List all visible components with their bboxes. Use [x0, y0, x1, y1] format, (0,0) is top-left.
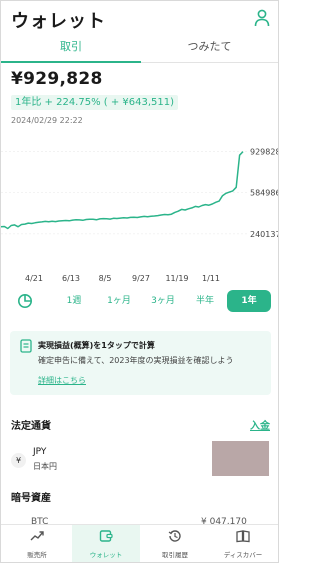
nav-label: 販売所	[27, 551, 47, 559]
jpy-asset-row[interactable]: ¥ JPY 日本円	[1, 441, 278, 481]
book-icon	[236, 530, 250, 543]
history-icon	[168, 530, 181, 542]
nav-item-history[interactable]: 取引履歴	[141, 525, 209, 562]
total-balance: ¥929,828	[11, 69, 103, 89]
nav-label: ウォレット	[89, 551, 123, 559]
nav-item-exchange[interactable]: 販売所	[3, 525, 71, 562]
crypto-section-title: 暗号資産	[11, 493, 51, 504]
x-tick-label: 4/21	[25, 274, 43, 283]
range-1-week[interactable]: 1週	[59, 290, 89, 312]
range-3-months[interactable]: 3ヶ月	[145, 290, 181, 312]
bottom-nav: 販売所 ウォレット 取引履歴 ディスカバー	[1, 524, 278, 562]
nav-item-discover[interactable]: ディスカバー	[209, 525, 277, 562]
user-icon[interactable]	[254, 9, 270, 27]
asset-name: 日本円	[33, 462, 57, 471]
series-line	[1, 151, 244, 230]
nav-label: ディスカバー	[223, 551, 263, 559]
tab-tsumitate[interactable]: つみたて	[141, 37, 278, 63]
range-1-month[interactable]: 1ヶ月	[101, 290, 137, 312]
x-tick-label: 9/27	[132, 274, 150, 283]
x-tick-label: 8/5	[99, 274, 112, 283]
tab-bar: 取引 つみたて	[1, 37, 278, 63]
page-title: ウォレット	[11, 11, 106, 32]
wallet-icon	[99, 530, 113, 542]
y-tick-label: 240137	[250, 230, 278, 239]
trend-up-icon	[30, 531, 44, 541]
realized-pnl-banner[interactable]: 実現損益(概算)を1タップで計算 確定申告に備えて、2023年度の実現損益を確認…	[10, 331, 271, 395]
active-tab-indicator	[1, 61, 141, 63]
y-tick-label: 929828	[250, 148, 278, 157]
document-icon	[20, 339, 32, 353]
redacted-balance	[212, 441, 269, 476]
x-tick-label: 6/13	[62, 274, 80, 283]
yen-icon: ¥	[11, 453, 26, 468]
x-tick-label: 1/11	[202, 274, 220, 283]
timestamp: 2024/02/29 22:22	[11, 116, 83, 125]
wallet-screen: ウォレット 取引 つみたて ¥929,828 1年比 + 224.75% ( +…	[0, 0, 279, 563]
tab-trade[interactable]: 取引	[1, 37, 141, 63]
nav-label: 取引履歴	[162, 551, 188, 559]
range-1-year[interactable]: 1年	[227, 290, 271, 312]
range-half-year[interactable]: 半年	[189, 290, 221, 312]
nav-item-wallet[interactable]: ウォレット	[72, 525, 140, 562]
x-tick-label: 11/19	[165, 274, 188, 283]
deposit-link[interactable]: 入金	[250, 417, 270, 432]
fiat-section-title: 法定通貨	[11, 421, 51, 432]
yearly-change-badge: 1年比 + 224.75% ( + ¥643,511)	[11, 95, 179, 110]
banner-title: 実現損益(概算)を1タップで計算	[38, 341, 155, 350]
balance-chart[interactable]: 929828 584986 240137 4/21 6/13 8/5 9/27 11/19 1/…	[1, 136, 278, 286]
range-selector: 1週 1ヶ月 3ヶ月 半年 1年	[1, 290, 278, 314]
y-tick-label: 584986	[250, 189, 278, 198]
banner-details-link[interactable]: 詳細はこちら	[38, 375, 86, 386]
banner-text: 確定申告に備えて、2023年度の実現損益を確認しよう	[38, 356, 234, 365]
pie-chart-icon[interactable]	[17, 293, 33, 309]
asset-code: JPY	[33, 447, 47, 457]
tab-divider	[141, 62, 278, 63]
header: ウォレット	[1, 1, 278, 37]
